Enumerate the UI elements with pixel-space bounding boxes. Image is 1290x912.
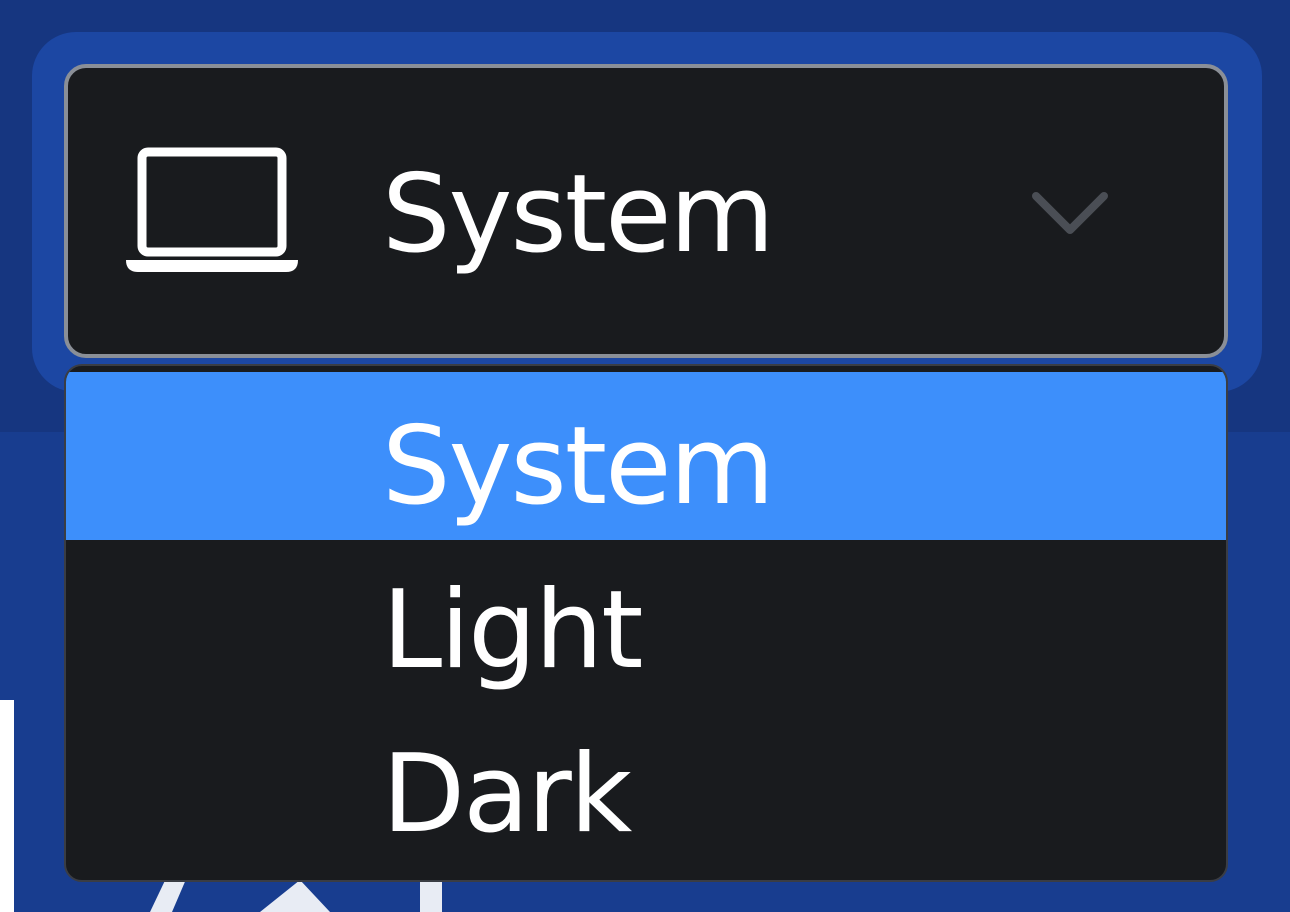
- theme-option-dark[interactable]: Dark: [66, 700, 1226, 868]
- page-background: System System Light Dark: [0, 0, 1290, 912]
- theme-select-value: System: [382, 152, 775, 277]
- theme-dropdown-menu: System Light Dark: [64, 364, 1228, 882]
- theme-option-system[interactable]: System: [66, 372, 1226, 540]
- theme-option-label: Light: [382, 568, 644, 693]
- theme-option-label: System: [382, 404, 775, 529]
- chevron-down-icon: [1032, 192, 1108, 234]
- theme-option-light[interactable]: Light: [66, 536, 1226, 704]
- laptop-icon: [126, 147, 298, 272]
- theme-option-label: Dark: [382, 732, 632, 857]
